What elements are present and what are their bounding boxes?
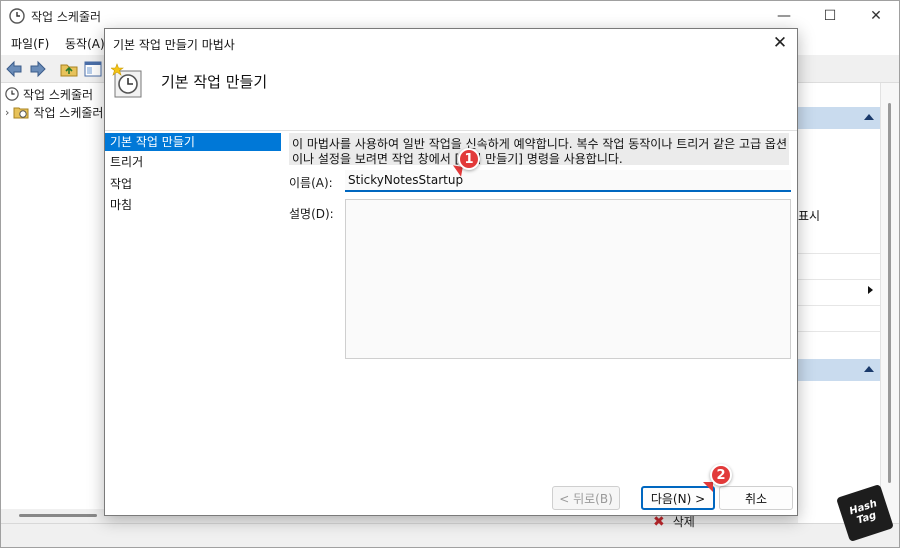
tree-item-label: 작업 스케줄러 <box>23 87 94 102</box>
submenu-arrow-icon[interactable] <box>868 286 873 294</box>
name-label: 이름(A): <box>289 176 333 190</box>
step-badge-2: 2 <box>710 464 732 486</box>
close-icon[interactable]: ✕ <box>853 1 899 31</box>
actions-section-header[interactable] <box>798 107 880 129</box>
main-titlebar: 작업 스케줄러 — ☐ ✕ <box>1 1 899 31</box>
name-field[interactable] <box>345 170 791 192</box>
show-hide-pane-icon[interactable] <box>83 59 103 79</box>
divider <box>798 305 880 306</box>
forward-arrow-icon[interactable] <box>27 59 47 79</box>
chevron-right-icon[interactable]: › <box>5 106 9 119</box>
step-finish[interactable]: 마침 <box>105 196 281 214</box>
menu-file[interactable]: 파일(F) <box>11 35 49 52</box>
main-window-title: 작업 스케줄러 <box>31 10 102 24</box>
status-bar <box>1 523 899 547</box>
collapse-icon[interactable] <box>864 114 874 120</box>
callout-pointer <box>703 482 713 492</box>
intro-text: 이 마법사를 사용하여 일반 작업을 신속하게 예약합니다. 복수 작업 동작이… <box>289 133 789 166</box>
description-field[interactable] <box>345 199 791 359</box>
divider <box>798 279 880 280</box>
scrollbar-thumb[interactable] <box>888 103 891 483</box>
step-create-basic-task[interactable]: 기본 작업 만들기 <box>105 133 281 151</box>
actions-vertical-scrollbar[interactable] <box>880 83 899 523</box>
wizard-steps: 기본 작업 만들기 트리거 작업 마침 <box>105 133 281 493</box>
selected-item-section-header[interactable] <box>798 359 880 381</box>
minimize-icon[interactable]: — <box>761 1 807 31</box>
tree-item-label: 작업 스케줄러 <box>33 105 104 120</box>
step-badge-1: 1 <box>458 148 480 170</box>
collapse-icon[interactable] <box>864 366 874 372</box>
tree-item-root[interactable]: 작업 스케줄러 <box>5 85 93 103</box>
actions-pane: 표시 <box>798 83 899 523</box>
scrollbar-thumb[interactable] <box>19 514 97 517</box>
step-action[interactable]: 작업 <box>105 175 281 193</box>
dialog-titlebar: 기본 작업 만들기 마법사 ✕ <box>105 29 797 57</box>
dialog-header: 기본 작업 만들기 <box>105 57 797 131</box>
divider <box>798 331 880 332</box>
close-icon[interactable]: ✕ <box>763 29 797 57</box>
action-show-label[interactable]: 표시 <box>798 207 820 224</box>
description-label: 설명(D): <box>289 207 334 221</box>
create-basic-task-wizard: 기본 작업 만들기 마법사 ✕ 기본 작업 만들기 기본 작업 만들기 트리거 … <box>104 28 798 516</box>
divider <box>798 253 880 254</box>
tree-item-library[interactable]: › 작업 스케줄러 <box>5 103 103 121</box>
dialog-title: 기본 작업 만들기 마법사 <box>113 38 235 52</box>
page-heading: 기본 작업 만들기 <box>161 73 268 91</box>
maximize-icon[interactable]: ☐ <box>807 1 853 31</box>
folder-up-icon[interactable] <box>59 59 79 79</box>
cancel-button[interactable]: 취소 <box>719 486 793 510</box>
back-arrow-icon[interactable] <box>5 59 25 79</box>
task-wizard-icon <box>111 63 142 98</box>
step-trigger[interactable]: 트리거 <box>105 153 281 171</box>
clock-icon <box>5 87 19 101</box>
back-button[interactable]: < 뒤로(B) <box>552 486 620 510</box>
menu-action[interactable]: 동작(A) <box>65 35 105 52</box>
clock-icon <box>9 8 25 24</box>
folder-clock-icon <box>13 107 29 119</box>
